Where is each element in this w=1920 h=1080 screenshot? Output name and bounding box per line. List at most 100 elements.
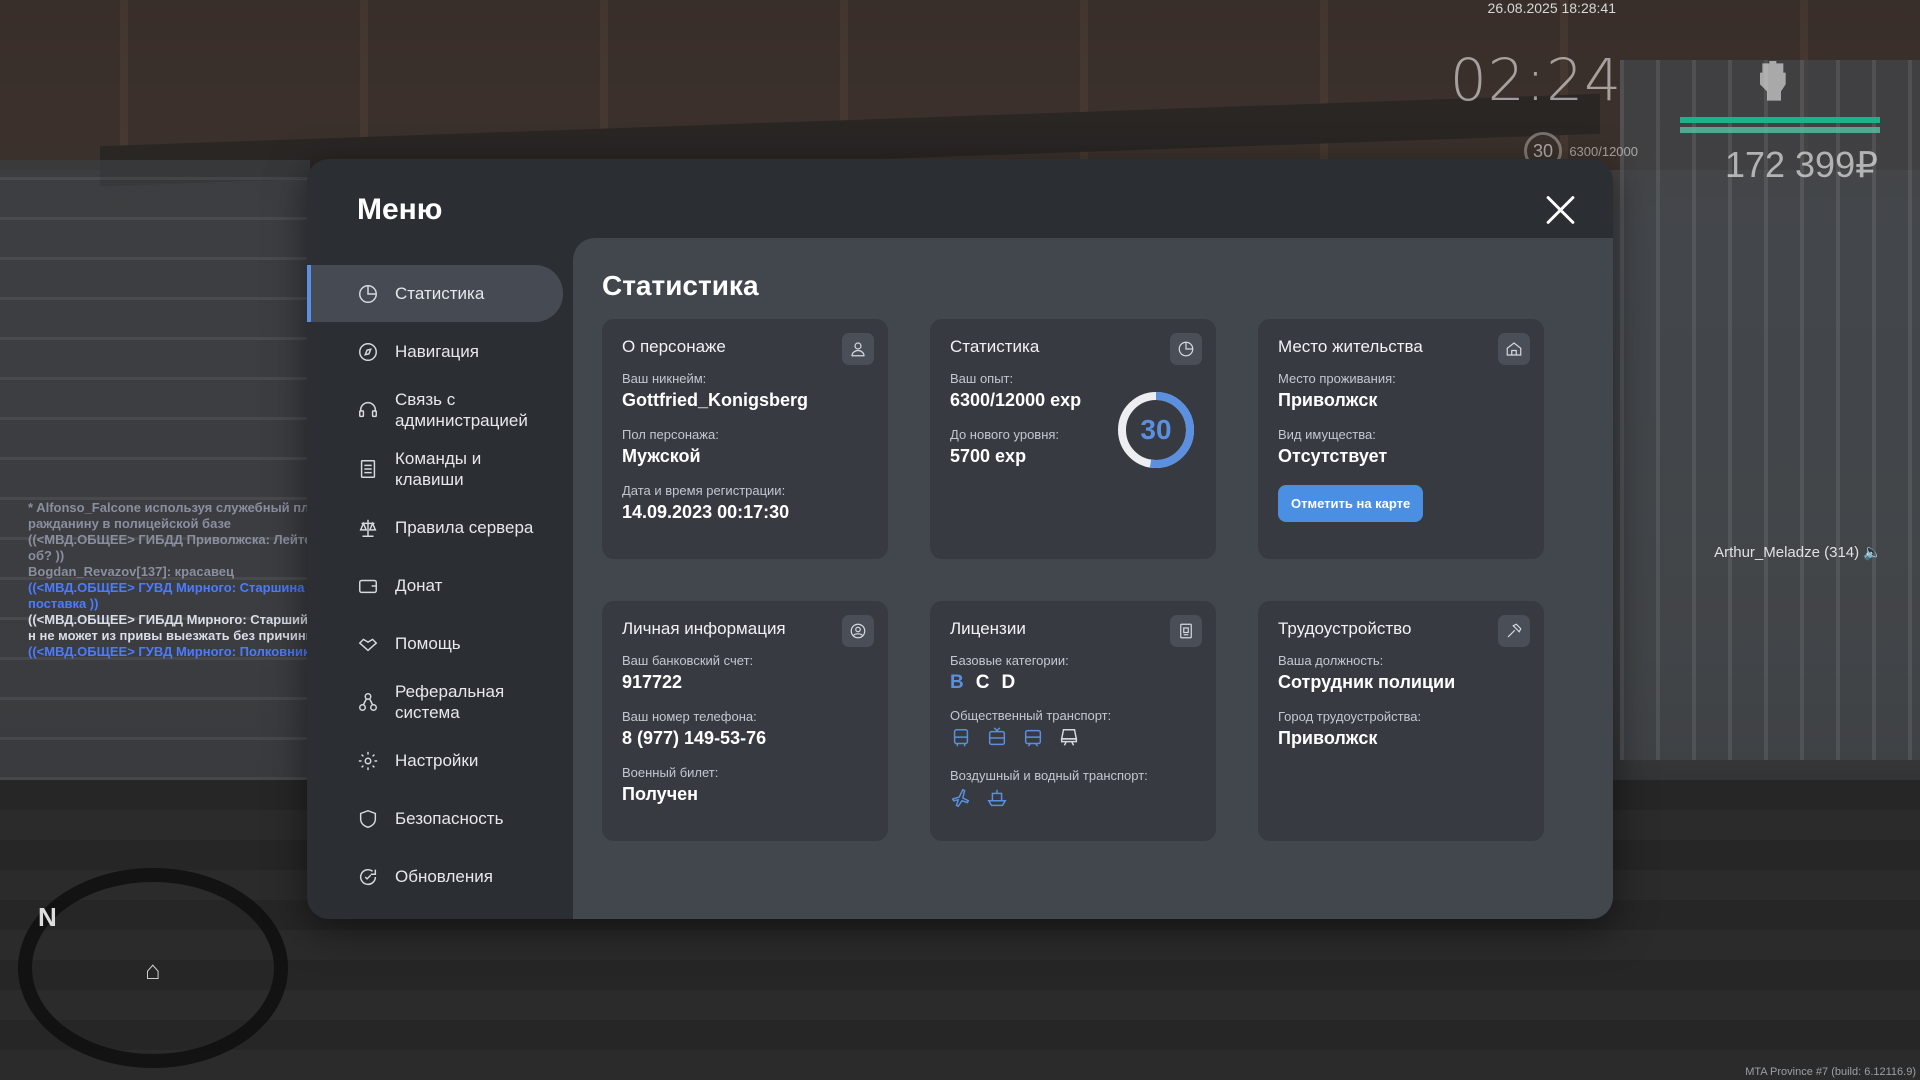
hud-exp: 6300/12000 xyxy=(1569,144,1638,159)
field-label: Базовые категории: xyxy=(950,653,1069,668)
tram-icon xyxy=(1022,727,1044,754)
headset-icon xyxy=(357,399,379,421)
sidebar-item-label: Связь с администрацией xyxy=(395,390,528,430)
sidebar: Статистика Навигация Связь с администрац… xyxy=(307,265,563,906)
category-d: D xyxy=(1001,672,1016,693)
field-label: Воздушный и водный транспорт: xyxy=(950,768,1148,783)
user-circle-icon xyxy=(842,615,874,647)
bus-icon xyxy=(950,727,972,754)
referral-icon xyxy=(357,691,379,713)
card-title: Трудоустройство xyxy=(1278,619,1412,638)
sidebar-item-label: Донат xyxy=(395,576,443,595)
hammer-icon xyxy=(1498,615,1530,647)
category-b: B xyxy=(950,672,964,693)
sidebar-item-label: Навигация xyxy=(395,342,479,361)
sidebar-item-security[interactable]: Безопасность xyxy=(307,790,563,847)
residence-value: Приволжск xyxy=(1278,390,1378,410)
sidebar-item-rules[interactable]: Правила сервера xyxy=(307,499,563,556)
sidebar-item-label: Команды и клавиши xyxy=(395,449,482,489)
sidebar-item-statistics[interactable]: Статистика xyxy=(307,265,563,322)
sidebar-item-updates[interactable]: Обновления xyxy=(307,848,563,905)
gender-value: Мужской xyxy=(622,446,701,466)
speaker-icon: 🔈 xyxy=(1863,544,1882,561)
health-bar xyxy=(1680,117,1880,123)
player-nametag: Arthur_Meladze (314) 🔈 xyxy=(1714,543,1882,561)
hud-status-bars xyxy=(1680,117,1880,137)
plane-icon xyxy=(950,787,972,814)
fist-icon xyxy=(1746,52,1802,112)
gear-icon xyxy=(357,750,379,772)
compass-icon xyxy=(357,341,379,363)
menu-title: Меню xyxy=(357,193,443,226)
house-icon xyxy=(1498,333,1530,365)
scales-icon xyxy=(357,517,379,539)
category-c: C xyxy=(975,672,990,693)
position-value: Сотрудник полиции xyxy=(1278,672,1456,692)
property-value: Отсутствует xyxy=(1278,446,1388,466)
minimap-north: N xyxy=(38,902,57,932)
license-icon xyxy=(1170,615,1202,647)
shield-icon xyxy=(357,808,379,830)
card-statistics: Статистика Ваш опыт: 6300/12000 exp До н… xyxy=(930,319,1216,559)
chart-pie-icon xyxy=(357,283,379,305)
sidebar-item-donate[interactable]: Донат xyxy=(307,557,563,614)
page-title: Статистика xyxy=(602,270,759,301)
nickname-value: Gottfried_Konigsberg xyxy=(622,390,809,410)
close-icon[interactable] xyxy=(1543,193,1577,227)
sidebar-item-settings[interactable]: Настройки xyxy=(307,732,563,789)
card-about-character: О персонаже Ваш никнейм: Gottfried_Konig… xyxy=(602,319,888,559)
trolleybus-icon xyxy=(986,727,1008,754)
field-label: Дата и время регистрации: xyxy=(622,483,786,498)
field-label: Общественный транспорт: xyxy=(950,708,1112,723)
military-id-value: Получен xyxy=(622,784,699,804)
card-residence: Место жительства Место проживания: Приво… xyxy=(1258,319,1544,559)
boat-icon xyxy=(986,787,1008,814)
public-transport-icons xyxy=(950,727,1196,754)
registration-value: 14.09.2023 00:17:30 xyxy=(622,502,790,522)
field-label: Ваша должность: xyxy=(1278,653,1384,668)
job-city-value: Приволжск xyxy=(1278,728,1378,748)
field-label: Пол персонажа: xyxy=(622,427,719,442)
card-personal-info: Личная информация Ваш банковский счет: 9… xyxy=(602,601,888,841)
sidebar-item-label: Безопасность xyxy=(395,809,504,828)
card-title: О персонаже xyxy=(622,337,726,356)
armor-bar xyxy=(1680,127,1880,133)
sidebar-item-label: Обновления xyxy=(395,867,493,886)
mark-on-map-button[interactable]: Отметить на карте xyxy=(1278,485,1424,522)
sidebar-item-label: Помощь xyxy=(395,634,461,653)
field-label: Ваш банковский счет: xyxy=(622,653,754,668)
user-icon xyxy=(842,333,874,365)
handshake-icon xyxy=(357,633,379,655)
card-licenses: Лицензии Базовые категории: B C D Общест… xyxy=(930,601,1216,841)
wallet-icon xyxy=(357,575,379,597)
card-title: Лицензии xyxy=(950,619,1026,638)
level-value: 30 xyxy=(1140,414,1172,445)
refresh-icon xyxy=(357,866,379,888)
field-label: Место проживания: xyxy=(1278,371,1396,386)
field-label: Ваш никнейм: xyxy=(622,371,707,386)
level-progress-ring: 30 xyxy=(1115,389,1197,471)
sidebar-item-navigation[interactable]: Навигация xyxy=(307,323,563,380)
sidebar-item-label: Реферальная система xyxy=(395,682,505,722)
list-icon xyxy=(357,458,379,480)
build-info: MTA Province #7 (build: 6.12116.9) xyxy=(1745,1066,1916,1078)
player-arrow-icon: ⌂ xyxy=(145,955,161,985)
field-label: Военный билет: xyxy=(622,765,719,780)
sidebar-item-commands[interactable]: Команды и клавиши xyxy=(307,440,563,498)
field-label: Ваш опыт: xyxy=(950,371,1014,386)
hud-clock: 02:24 xyxy=(1449,46,1622,114)
chart-pie-icon xyxy=(1170,333,1202,365)
card-employment: Трудоустройство Ваша должность: Сотрудни… xyxy=(1258,601,1544,841)
hud-money: 172 399₽ xyxy=(1724,144,1878,185)
sidebar-item-label: Настройки xyxy=(395,751,479,770)
sidebar-item-admin-contact[interactable]: Связь с администрацией xyxy=(307,381,563,439)
field-label: Вид имущества: xyxy=(1278,427,1376,442)
player-nametag-text: Arthur_Meladze (314) xyxy=(1714,544,1860,561)
sidebar-item-help[interactable]: Помощь xyxy=(307,615,563,672)
phone-value: 8 (977) 149-53-76 xyxy=(622,728,767,748)
card-title: Место жительства xyxy=(1278,337,1423,356)
train-icon xyxy=(1058,727,1080,754)
sidebar-item-referral[interactable]: Реферальная система xyxy=(307,673,563,731)
field-label: Город трудоустройства: xyxy=(1278,709,1422,724)
sidebar-item-label: Правила сервера xyxy=(395,518,534,537)
